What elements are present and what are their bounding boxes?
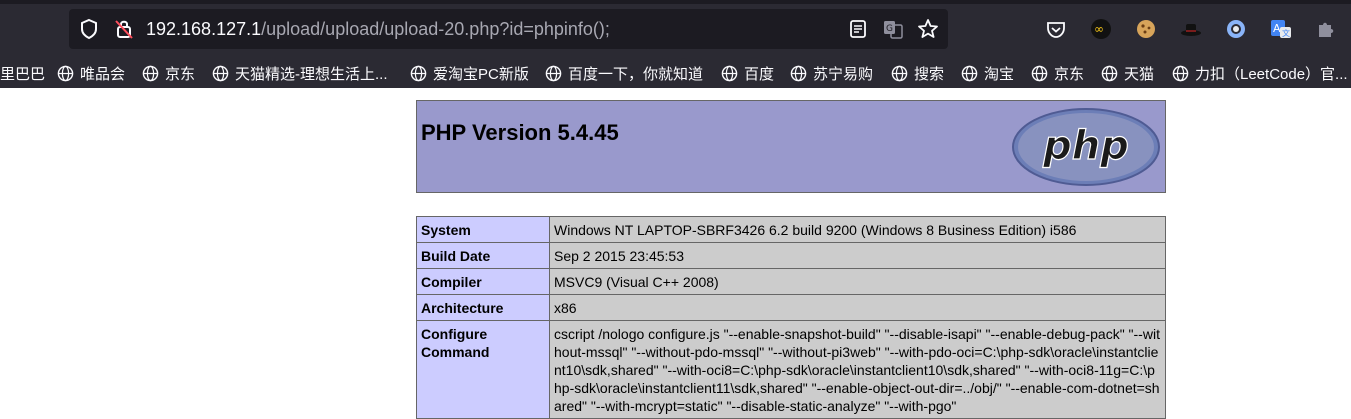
row-value: Sep 2 2015 23:45:53 — [549, 242, 1166, 269]
globe-icon — [1101, 65, 1118, 81]
pocket-icon[interactable] — [1045, 18, 1067, 40]
url-text[interactable]: 192.168.127.1/upload/upload/upload-20.ph… — [146, 19, 610, 40]
bookmark-item[interactable]: 京东 — [142, 62, 195, 84]
bookmark-label: 里巴巴 — [0, 65, 46, 83]
globe-icon — [57, 65, 74, 81]
bookmark-item[interactable]: 苏宁易购 — [790, 62, 873, 84]
bookmark-label: 爱淘宝PC新版 — [433, 65, 529, 83]
bookmarks-toolbar: 里巴巴 唯品会 京东 天猫精选-理想生活上... 爱淘宝PC新版 百度一下，你就… — [0, 58, 1351, 88]
table-row: Build Date Sep 2 2015 23:45:53 — [416, 242, 1166, 269]
bookmark-label: 淘宝 — [984, 65, 1015, 83]
globe-icon — [790, 65, 807, 81]
globe-icon — [1172, 65, 1189, 81]
browser-toolbar: 192.168.127.1/upload/upload/upload-20.ph… — [0, 0, 1351, 58]
extension-circle-icon[interactable] — [1225, 18, 1247, 40]
row-value: MSVC9 (Visual C++ 2008) — [549, 268, 1166, 295]
bookmark-label: 京东 — [1054, 65, 1085, 83]
php-version-header: PHP Version 5.4.45 php — [416, 100, 1166, 193]
row-value: Windows NT LAPTOP-SBRF3426 6.2 build 920… — [549, 216, 1166, 243]
row-key: Configure Command — [416, 320, 550, 419]
table-row: Compiler MSVC9 (Visual C++ 2008) — [416, 268, 1166, 295]
insecure-lock-icon[interactable] — [113, 18, 135, 40]
globe-icon — [212, 65, 229, 81]
url-host: 192.168.127.1 — [146, 19, 262, 39]
bookmark-label: 百度一下，你就知道 — [568, 65, 704, 83]
bookmark-item[interactable]: 百度 — [721, 62, 774, 84]
bookmark-label: 苏宁易购 — [813, 65, 874, 83]
bookmark-label: 唯品会 — [80, 65, 126, 83]
svg-text:A: A — [1273, 22, 1281, 35]
row-value: x86 — [549, 294, 1166, 321]
reader-view-icon[interactable] — [847, 18, 869, 40]
bookmark-label: 力扣（LeetCode）官... — [1195, 65, 1348, 83]
svg-text:G: G — [886, 24, 893, 34]
row-key: System — [416, 216, 550, 243]
translate-extension-icon[interactable]: A 文 — [1270, 18, 1292, 40]
bookmark-item[interactable]: 天猫 — [1101, 62, 1154, 84]
globe-icon — [410, 65, 427, 81]
bookmark-label: 天猫 — [1124, 65, 1155, 83]
bookmark-label: 搜索 — [914, 65, 945, 83]
svg-text:∞: ∞ — [1094, 22, 1104, 36]
bookmark-star-icon[interactable] — [917, 18, 939, 40]
extension-hat-icon[interactable] — [1180, 18, 1202, 40]
cookie-icon[interactable] — [1135, 18, 1157, 40]
table-row: Configure Command cscript /nologo config… — [416, 320, 1166, 419]
bookmark-label: 天猫精选-理想生活上... — [235, 65, 388, 83]
bookmark-item[interactable]: 里巴巴 — [0, 62, 45, 84]
row-value: cscript /nologo configure.js "--enable-s… — [549, 320, 1166, 419]
tab-strip-edge — [0, 0, 1351, 4]
table-row: System Windows NT LAPTOP-SBRF3426 6.2 bu… — [416, 216, 1166, 243]
url-path: /upload/upload/upload-20.php?id=phpinfo(… — [261, 19, 610, 39]
bookmark-item[interactable]: 爱淘宝PC新版 — [410, 62, 529, 84]
bookmark-item[interactable]: 百度一下，你就知道 — [545, 62, 703, 84]
extensions-puzzle-icon[interactable] — [1315, 18, 1337, 40]
php-logo-text: php — [1042, 123, 1129, 169]
bookmark-item[interactable]: 天猫精选-理想生活上... — [212, 62, 388, 84]
php-version-title: PHP Version 5.4.45 — [421, 120, 619, 145]
globe-icon — [545, 65, 562, 81]
translate-icon[interactable]: G — [882, 18, 904, 40]
globe-icon — [142, 65, 159, 81]
row-key: Compiler — [416, 268, 550, 295]
bookmark-label: 京东 — [165, 65, 196, 83]
row-key: Build Date — [416, 242, 550, 269]
address-bar[interactable]: 192.168.127.1/upload/upload/upload-20.ph… — [69, 9, 948, 49]
tracking-protection-shield-icon[interactable] — [78, 18, 100, 40]
bookmark-item[interactable]: 唯品会 — [57, 62, 125, 84]
bookmark-item[interactable]: 力扣（LeetCode）官... — [1172, 62, 1348, 84]
svg-text:文: 文 — [1282, 28, 1290, 38]
row-key: Architecture — [416, 294, 550, 321]
bookmark-item[interactable]: 淘宝 — [961, 62, 1014, 84]
globe-icon — [961, 65, 978, 81]
bookmark-item[interactable]: 搜索 — [891, 62, 944, 84]
php-logo[interactable]: php — [1012, 107, 1162, 187]
bookmark-label: 百度 — [744, 65, 775, 83]
globe-icon — [1031, 65, 1048, 81]
table-row: Architecture x86 — [416, 294, 1166, 321]
bookmark-item[interactable]: 京东 — [1031, 62, 1084, 84]
globe-icon — [721, 65, 738, 81]
php-info-table: System Windows NT LAPTOP-SBRF3426 6.2 bu… — [416, 216, 1166, 419]
globe-icon — [891, 65, 908, 81]
extension-infinity-icon[interactable]: ∞ — [1090, 18, 1112, 40]
